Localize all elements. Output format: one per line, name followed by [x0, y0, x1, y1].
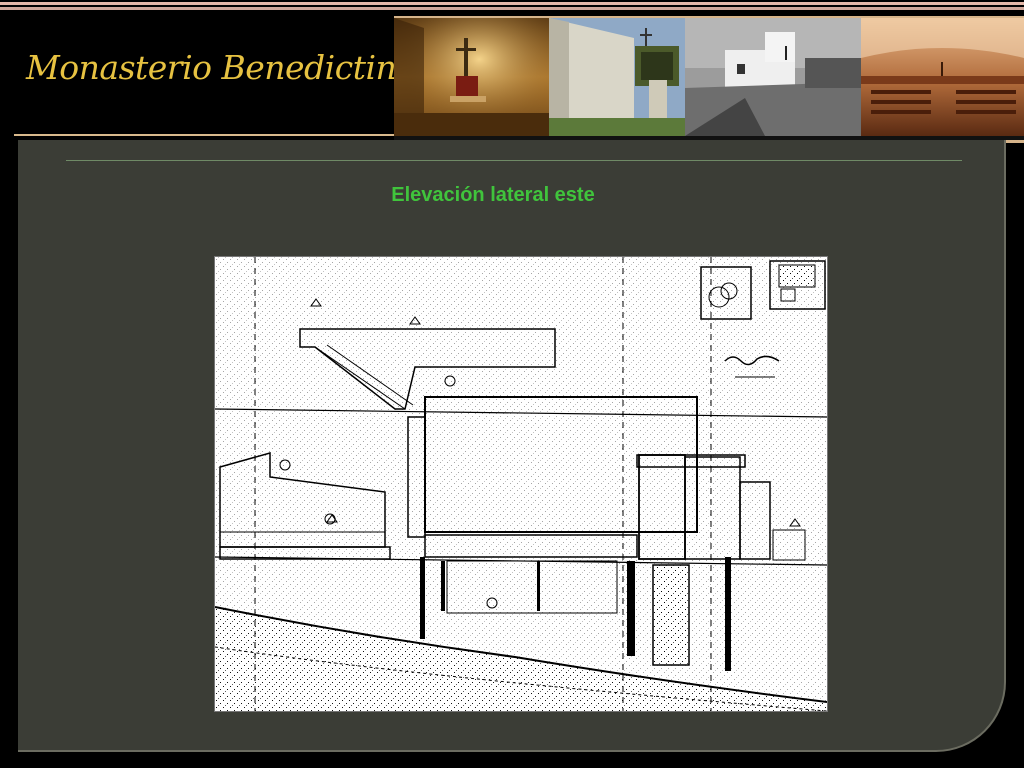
photo-strip [394, 16, 1024, 143]
monastery-exterior-photo [685, 18, 861, 136]
elevation-drawing-svg [214, 257, 828, 712]
header: Monasterio Benedictino [0, 14, 1024, 143]
header-stripes [0, 0, 1024, 14]
site-title: Monasterio Benedictino [26, 48, 416, 87]
title-box: Monasterio Benedictino [14, 14, 416, 136]
content-panel: Elevación lateral este [18, 140, 1006, 752]
chapel-interior-photo [861, 18, 1024, 136]
divider-line [66, 160, 962, 161]
chapel-altar-photo [394, 18, 549, 136]
architectural-elevation-drawing [214, 256, 828, 712]
slide-title: Elevación lateral este [391, 184, 595, 206]
bell-tower-photo [549, 18, 685, 136]
